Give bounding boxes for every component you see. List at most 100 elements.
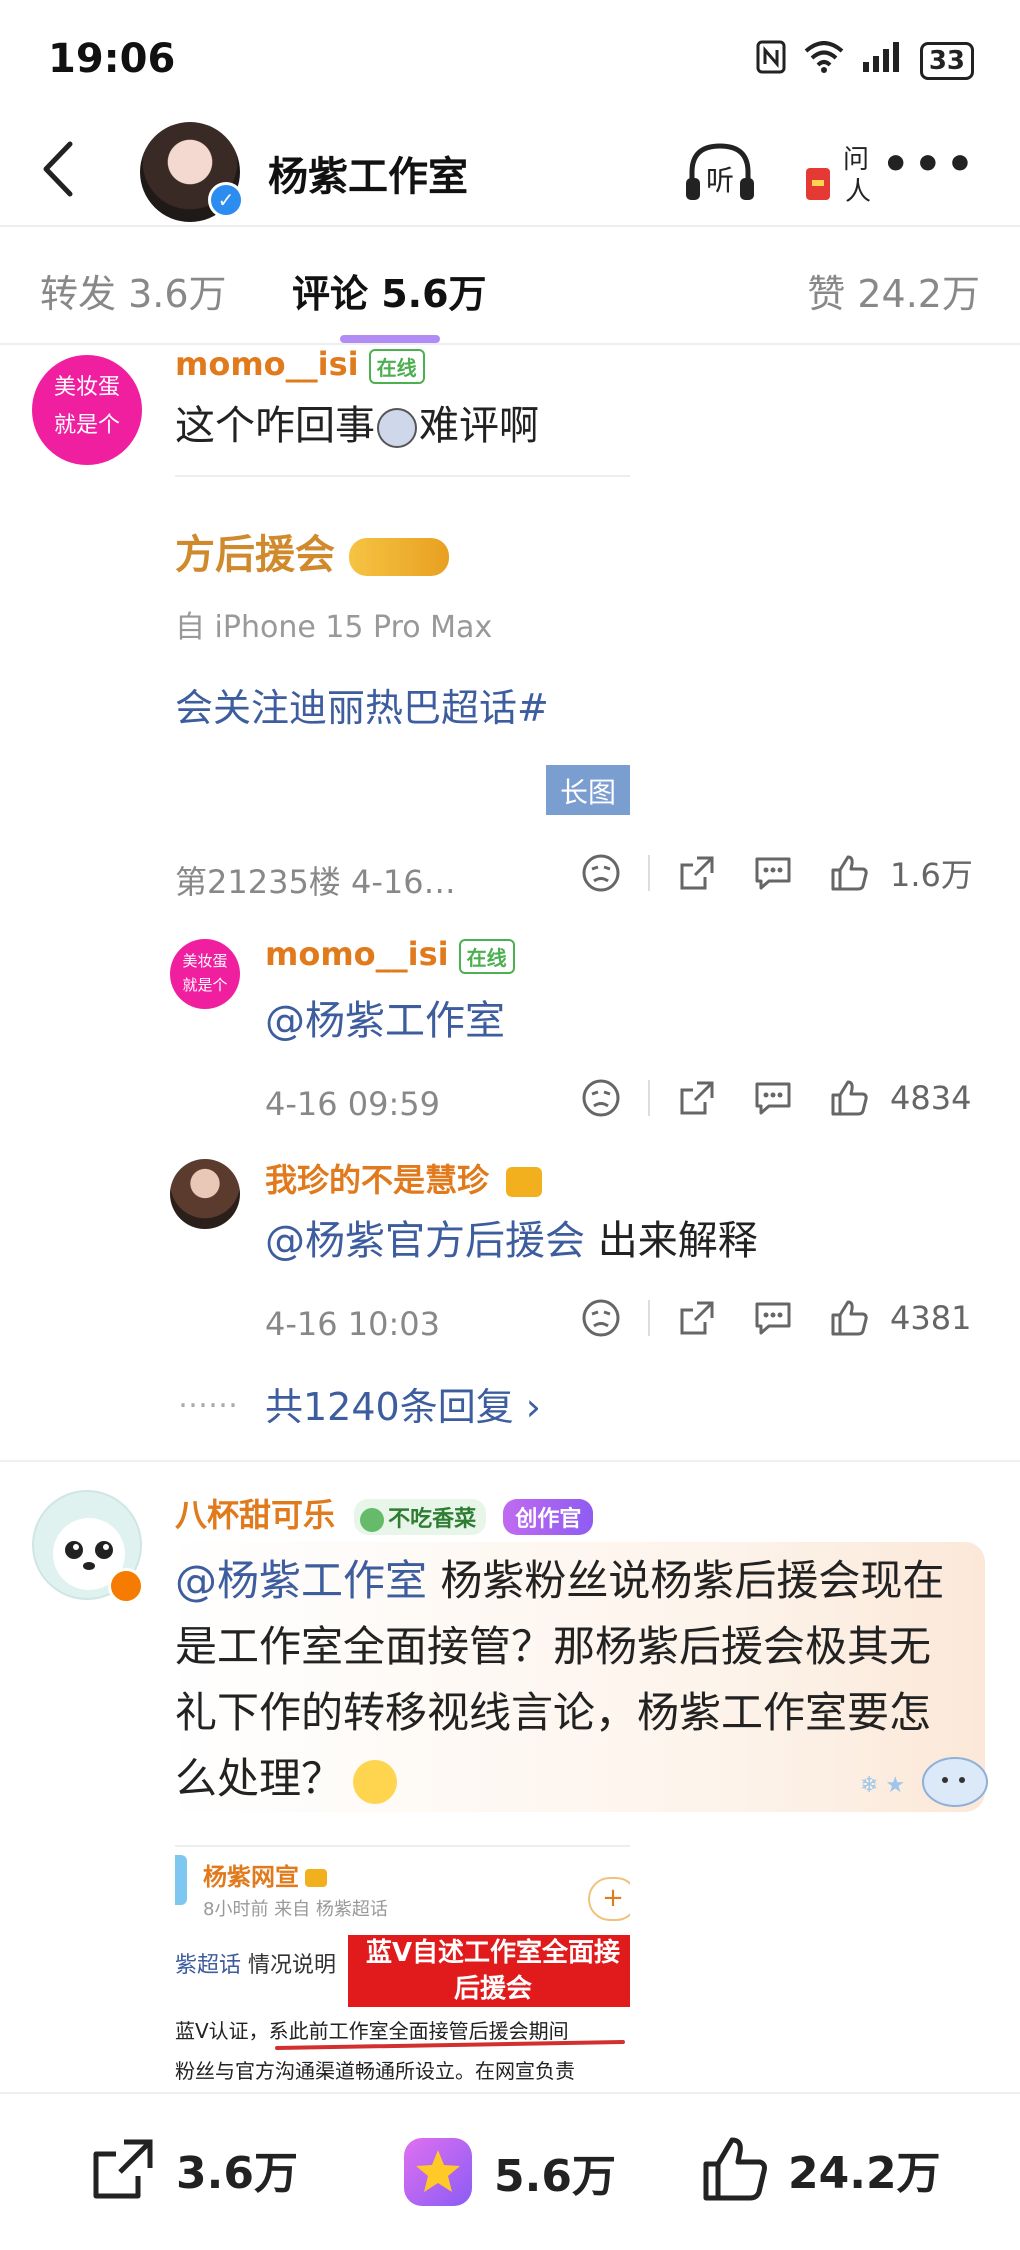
- dislike-icon[interactable]: [568, 1298, 634, 1338]
- repost-count: 3.6万: [176, 2148, 298, 2199]
- badge-text: 不吃香菜: [388, 1507, 477, 1532]
- reply-actions: 4381: [568, 1298, 980, 1338]
- section-divider: [0, 1460, 1020, 1462]
- follow-icon: +: [588, 1877, 630, 1921]
- dislike-icon[interactable]: [568, 853, 634, 893]
- username-text: 我珍的不是慧珍: [265, 1161, 490, 1199]
- listen-button[interactable]: 听: [680, 134, 760, 218]
- like-count-total: 24.2万: [788, 2148, 941, 2199]
- image-line: 自 iPhone 15 Pro Max: [175, 610, 493, 645]
- comment-item: 美妆蛋就是个 momo__isi 在线 这个咋回事 难评啊 方后援会 自 iPhon…: [0, 345, 1020, 915]
- sticker-icon: ❄ ★: [850, 1752, 990, 1812]
- avatar-text: 美妆蛋就是个: [182, 952, 228, 994]
- image-red-banner: 蓝V自述工作室全面接后援会: [348, 1935, 630, 2007]
- fan-badge: 不吃香菜: [354, 1499, 487, 1535]
- tab-repost[interactable]: 转发 3.6万: [40, 263, 227, 318]
- crown-icon: [348, 538, 449, 576]
- like-count: 4381: [890, 1299, 972, 1337]
- online-badge: 在线: [458, 938, 515, 974]
- more-icon[interactable]: •••: [882, 143, 978, 187]
- comment-text: 这个咋回事 难评啊: [175, 395, 539, 457]
- like-count: 4834: [890, 1079, 972, 1117]
- username-text: momo__isi: [175, 345, 359, 383]
- reply-icon[interactable]: [740, 853, 806, 893]
- svg-text:问: 问: [843, 145, 869, 175]
- image-account: 杨紫网宣: [203, 1857, 327, 1892]
- bottom-repost-button[interactable]: 3.6万: [88, 2134, 298, 2204]
- back-button[interactable]: [38, 134, 78, 208]
- tab-active-indicator: [340, 335, 440, 343]
- username-text: momo__isi: [265, 935, 449, 973]
- tab-bar: 转发 3.6万 评论 5.6万 赞 24.2万: [0, 225, 1020, 345]
- username-text: 八杯甜可乐: [175, 1496, 336, 1534]
- leaf-icon: [360, 1508, 385, 1532]
- more-replies-dots: ……: [178, 1380, 238, 1415]
- divider: [648, 1300, 650, 1336]
- smile-emoji-icon: [353, 1759, 398, 1804]
- svg-text:❄ ★: ❄ ★: [860, 1773, 905, 1798]
- commenter-name[interactable]: momo__isi 在线: [175, 345, 425, 384]
- reply-time: 4-16 09:59: [265, 1085, 441, 1123]
- image-text: 方后援会: [175, 522, 449, 580]
- reply-time: 4-16 10:03: [265, 1305, 441, 1343]
- verified-orange-icon: [108, 1568, 144, 1604]
- bottom-like-button[interactable]: 24.2万: [700, 2134, 941, 2204]
- reply-item: 我珍的不是慧珍 @杨紫官方后援会 出来解释 4-16 10:03 4381: [0, 1155, 1020, 1355]
- share-icon[interactable]: [664, 1078, 730, 1118]
- reply-icon[interactable]: [740, 1078, 806, 1118]
- header: ✓ 杨紫工作室 听 问 人 •••: [0, 120, 1020, 225]
- share-icon[interactable]: [664, 853, 730, 893]
- emoji-icon: [377, 408, 417, 448]
- status-bar: 19:06 33: [0, 0, 1020, 120]
- dislike-icon[interactable]: [568, 1078, 634, 1118]
- replier-name[interactable]: momo__isi 在线: [265, 935, 515, 974]
- image-subline: 8小时前 来自 杨紫超话: [203, 1899, 388, 1920]
- tab-likes[interactable]: 赞 24.2万: [807, 263, 980, 318]
- more-replies-link[interactable]: 共1240条回复 ›: [265, 1376, 541, 1431]
- long-image-tag: 长图: [545, 765, 630, 815]
- signal-icon: [862, 42, 902, 80]
- comment-image[interactable]: 方后援会 自 iPhone 15 Pro Max 会关注迪丽热巴超话# 长图: [175, 475, 630, 815]
- account-title[interactable]: 杨紫工作室: [268, 144, 468, 202]
- share-icon[interactable]: [664, 1298, 730, 1338]
- wifi-icon: [804, 41, 844, 81]
- replier-name[interactable]: 我珍的不是慧珍: [265, 1155, 543, 1201]
- replier-avatar[interactable]: 美妆蛋就是个: [170, 939, 240, 1009]
- like-icon[interactable]: [816, 853, 882, 893]
- reply-text: @杨紫官方后援会 出来解释: [265, 1210, 758, 1272]
- comment-item: 八杯甜可乐 不吃香菜 创作官 @杨紫工作室 杨紫粉丝说杨紫后援会现在是工作室全面…: [0, 1490, 1020, 2090]
- comment-actions: 1.6万: [568, 850, 980, 896]
- image-avatar: [175, 1855, 187, 1905]
- ask-person-button[interactable]: 问 人: [800, 134, 880, 218]
- comment-text: @杨紫工作室 杨紫粉丝说杨紫后援会现在是工作室全面接管？那杨紫后援会极其无礼下作…: [175, 1548, 965, 1812]
- like-count: 1.6万: [890, 856, 973, 894]
- comment-text-part: 这个咋回事: [175, 403, 375, 449]
- commenter-avatar[interactable]: 美妆蛋就是个: [32, 355, 142, 465]
- reply-icon[interactable]: [740, 1298, 806, 1338]
- reply-item: 美妆蛋就是个 momo__isi 在线 @杨紫工作室 4-16 09:59 483…: [0, 935, 1020, 1135]
- image-tag: 紫超话: [175, 1953, 242, 1978]
- mention-link[interactable]: @杨紫工作室: [175, 1556, 427, 1605]
- mention-link[interactable]: @杨紫官方后援会: [265, 1218, 585, 1264]
- reply-text: @杨紫工作室: [265, 990, 505, 1052]
- bottom-comment-button[interactable]: 5.6万: [400, 2134, 616, 2210]
- battery-icon: 33: [919, 42, 974, 80]
- repost-icon: [93, 2139, 153, 2199]
- like-icon[interactable]: [816, 1298, 882, 1338]
- image-line: 会关注迪丽热巴超话#: [175, 686, 549, 730]
- divider: [648, 855, 650, 891]
- comment-image[interactable]: 杨紫网宣 8小时前 来自 杨紫超话 + 紫超话 情况说明 蓝V自述工作室全面接后…: [175, 1845, 630, 2085]
- like-thumb-icon: [703, 2137, 767, 2201]
- crown-icon: [506, 1167, 543, 1197]
- nfc-icon: [756, 40, 786, 82]
- image-line: 蓝V认证，系此前工作室全面接管后援会期间: [175, 2019, 569, 2043]
- reply-actions: 4834: [568, 1078, 980, 1118]
- tab-comments[interactable]: 评论 5.6万: [292, 263, 487, 318]
- commenter-name[interactable]: 八杯甜可乐 不吃香菜 创作官: [175, 1490, 594, 1536]
- image-line: 方后援会: [175, 532, 335, 578]
- like-icon[interactable]: [816, 1078, 882, 1118]
- replier-avatar[interactable]: [170, 1159, 240, 1229]
- mention-link[interactable]: @杨紫工作室: [265, 998, 505, 1044]
- online-badge: 在线: [368, 348, 425, 384]
- comment-count: 5.6万: [494, 2151, 616, 2202]
